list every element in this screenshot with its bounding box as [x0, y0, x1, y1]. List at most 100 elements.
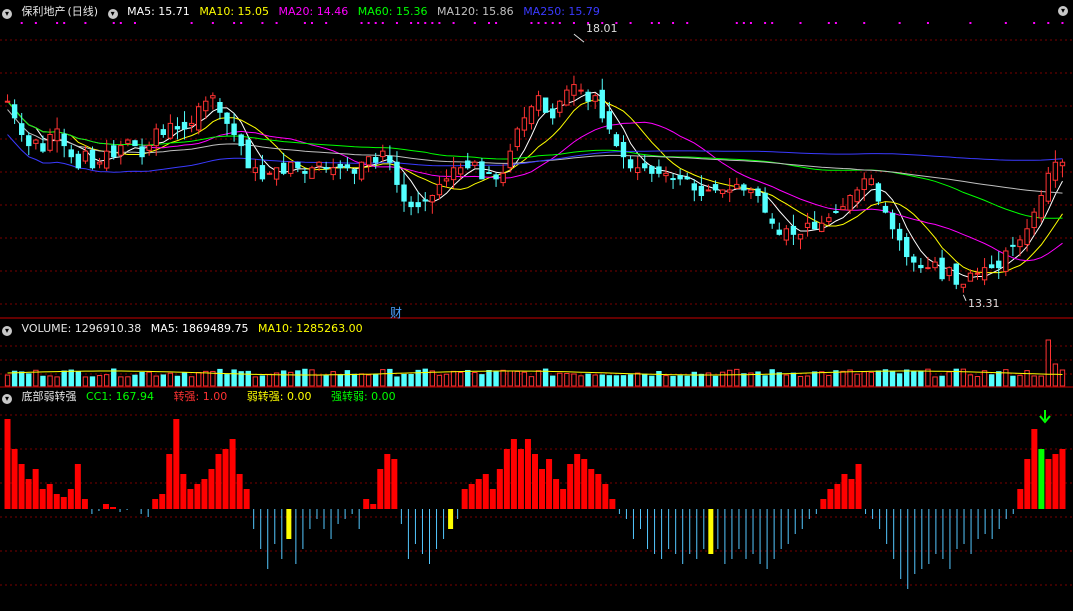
volume-bar [804, 375, 811, 387]
ma120-readout: MA120: 15.86 [436, 5, 514, 18]
candle-body [373, 157, 379, 163]
indicator-bar-positive [46, 484, 53, 509]
volume-bar [719, 371, 726, 387]
volume-bar [932, 376, 938, 387]
candle-body [181, 121, 188, 130]
candle-body [139, 146, 145, 158]
indicator-bar-positive [1038, 449, 1045, 509]
volume-bar [351, 373, 358, 387]
indicator-bar-positive [60, 497, 67, 509]
indicator-bar-positive [841, 474, 848, 509]
volume-menu-icon[interactable]: ▾ [2, 326, 12, 336]
volume-bar [974, 376, 981, 387]
candle-body [684, 176, 690, 180]
volume-bar [316, 374, 322, 387]
indicator-bar-positive [517, 449, 524, 509]
volume-bar [181, 372, 188, 387]
low-price-label: 13.31 [968, 297, 1000, 310]
candle-body [54, 128, 60, 142]
volume-bar [1059, 369, 1066, 387]
volume-bar [443, 373, 450, 387]
signal-dot [325, 22, 328, 24]
candle-body [295, 161, 301, 169]
volume-bar [486, 370, 492, 387]
indicator-header: ▾ 底部弱转强 CC1: 167.94 转强: 1.00 弱转强: 0.00 强… [2, 389, 402, 405]
indicator-bar-positive [1059, 449, 1066, 509]
financial-event-marker[interactable]: 财 [390, 304, 402, 321]
volume-bar [684, 375, 690, 387]
volume-bar [1010, 375, 1016, 387]
candle-body [727, 189, 733, 193]
candle-body [811, 221, 818, 230]
candle-body [75, 153, 82, 169]
indicator-bar-positive [482, 474, 489, 509]
indicator-bar-positive [201, 479, 208, 509]
signal-dot [558, 22, 561, 24]
indicator-bar-positive [384, 454, 391, 509]
volume-bar [479, 374, 485, 387]
volume-bar [231, 369, 237, 387]
candle-body [153, 128, 159, 147]
signal-dot [657, 22, 660, 24]
volume-bar [620, 375, 627, 387]
volume-bar [436, 374, 443, 387]
volume-bar [472, 372, 478, 387]
candle-body [719, 189, 726, 195]
candle-body [911, 256, 917, 263]
volume-bar [323, 375, 329, 387]
candle-body [677, 174, 683, 180]
indicator-bar-positive [32, 469, 39, 509]
candle-body [479, 161, 485, 180]
volume-bar [663, 375, 669, 387]
candle-body [642, 163, 648, 169]
indicator-name[interactable]: 底部弱转强 [22, 390, 77, 403]
volume-bar [245, 370, 251, 387]
volume-bar [89, 376, 96, 387]
signal-dot [544, 22, 547, 24]
candle-body [627, 159, 634, 169]
volume-bar [344, 370, 351, 387]
candlestick-series [4, 33, 1066, 302]
ma5-readout: MA5: 15.71 [127, 5, 190, 18]
candle-body [210, 95, 216, 99]
indicator-bar-positive [855, 464, 862, 509]
volume-bar [996, 371, 1002, 387]
volume-bar [1024, 370, 1030, 387]
volume-bar [259, 375, 266, 387]
candle-body [698, 185, 705, 197]
volume-bar [606, 375, 613, 387]
volume-bar [1017, 374, 1023, 387]
candle-body [557, 100, 563, 113]
ma-menu-icon[interactable]: ▾ [107, 9, 118, 19]
indicator-menu-icon[interactable]: ▾ [2, 394, 12, 404]
volume-bar [422, 368, 428, 387]
panel-menu-icon[interactable]: ▾ [2, 9, 12, 19]
volume-bar [946, 371, 952, 387]
low-pointer [962, 294, 967, 302]
signal-dot [926, 22, 929, 24]
indicator-bar-positive [560, 489, 567, 509]
candle-body [450, 167, 457, 181]
collapse-icon[interactable]: ▾ [1058, 6, 1068, 16]
ma120-line [7, 109, 1063, 194]
period-label[interactable]: (日线) [68, 5, 99, 18]
volume-bar [904, 369, 910, 387]
indicator-bar-positive [159, 494, 166, 509]
candle-body [649, 166, 655, 174]
indicator-bar-positive [532, 454, 538, 509]
stock-name[interactable]: 保利地产 [22, 5, 66, 18]
candle-body [33, 139, 39, 144]
volume-bar [387, 368, 393, 387]
candle-body [224, 112, 230, 124]
volume-bar [833, 370, 839, 387]
volume-bar [564, 372, 570, 387]
candle-body [564, 89, 570, 106]
candle-body [309, 167, 315, 179]
candle-body [167, 122, 174, 139]
volume-bar [670, 375, 676, 387]
indicator-bar-positive [834, 484, 841, 509]
candle-body [663, 172, 669, 177]
signal-dot [190, 22, 193, 24]
volume-bar [103, 374, 110, 387]
candle-body [528, 106, 535, 125]
